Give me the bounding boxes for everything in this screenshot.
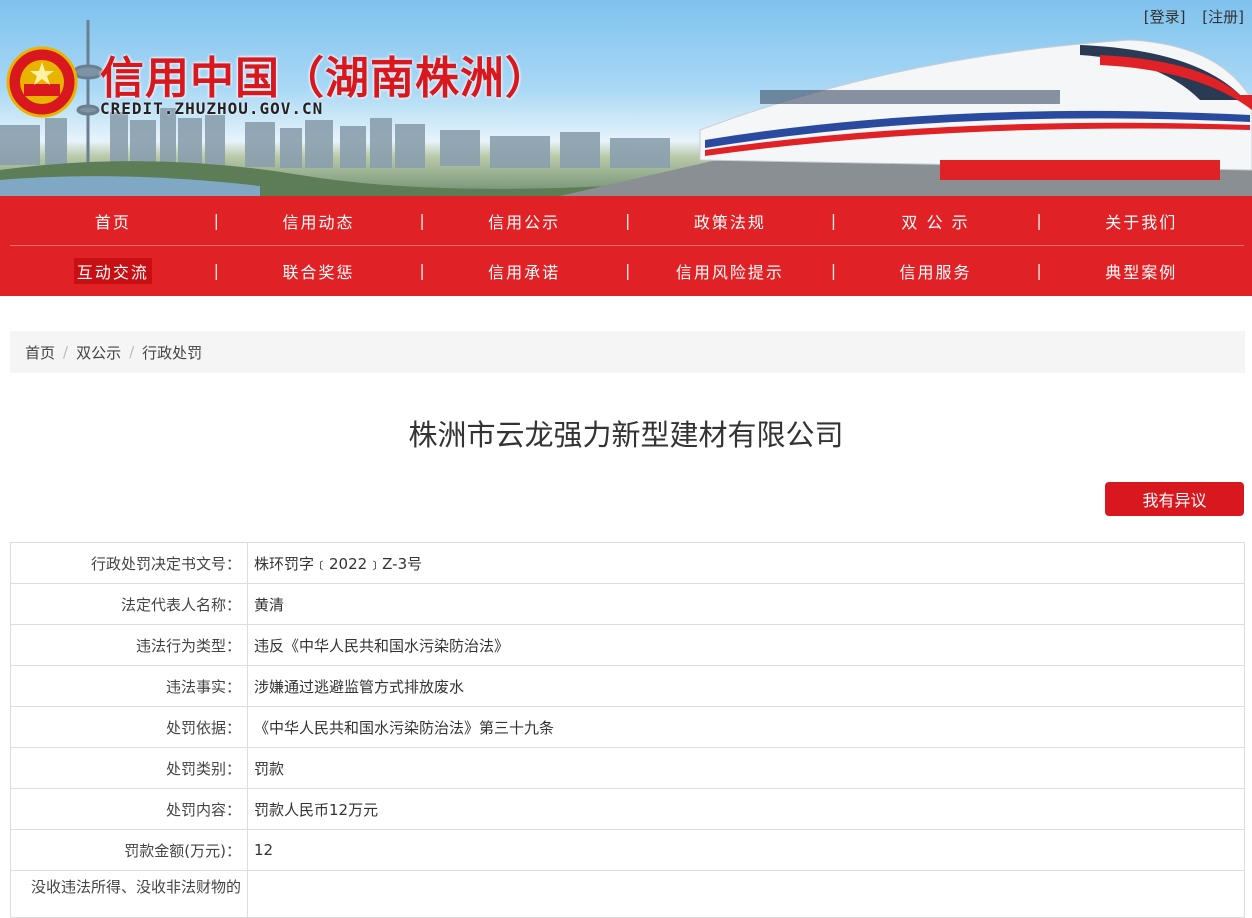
field-label: 罚款金额(万元)： [10,829,248,871]
table-row: 罚款金额(万元)： 12 [10,829,1245,871]
nav-credit-services[interactable]: 信用服务 [831,246,1039,295]
field-value: 株环罚字﹝2022﹞Z-3号 [247,542,1245,584]
penalty-detail-table: 行政处罚决定书文号： 株环罚字﹝2022﹞Z-3号 法定代表人名称： 黄清 违法… [10,542,1245,918]
nav-credit-publicity[interactable]: 信用公示 [419,196,627,245]
nav-credit-news[interactable]: 信用动态 [214,196,422,245]
objection-button[interactable]: 我有异议 [1105,482,1244,516]
field-label: 处罚类别： [10,747,248,789]
site-url: CREDIT.ZHUZHOU.GOV.CN [100,99,324,118]
field-label: 违法事实： [10,665,248,707]
field-value: 涉嫌通过逃避监管方式排放废水 [247,665,1245,707]
nav-row-2: 互动交流 联合奖惩 信用承诺 信用风险提示 信用服务 典型案例 [10,246,1244,295]
breadcrumb-home[interactable]: 首页 [25,344,55,362]
field-label: 没收违法所得、没收非法财物的 [10,870,248,918]
field-value: 《中华人民共和国水污染防治法》第三十九条 [247,706,1245,748]
nav-about-us[interactable]: 关于我们 [1036,196,1244,245]
table-row: 处罚内容： 罚款人民币12万元 [10,788,1245,830]
nav-policies[interactable]: 政策法规 [625,196,833,245]
field-value: 罚款 [247,747,1245,789]
main-nav: 首页 信用动态 信用公示 政策法规 双 公 示 关于我们 互动交流 联合奖惩 信… [0,196,1252,296]
table-row: 行政处罚决定书文号： 株环罚字﹝2022﹞Z-3号 [10,542,1245,584]
nav-interaction[interactable]: 互动交流 [10,246,216,295]
field-value: 违反《中华人民共和国水污染防治法》 [247,624,1245,666]
nav-risk-alerts[interactable]: 信用风险提示 [625,246,833,295]
table-row: 处罚类别： 罚款 [10,747,1245,789]
field-label: 法定代表人名称： [10,583,248,625]
field-label: 违法行为类型： [10,624,248,666]
table-row: 没收违法所得、没收非法财物的 [10,870,1245,918]
field-value [247,870,1245,918]
nav-row-1: 首页 信用动态 信用公示 政策法规 双 公 示 关于我们 [10,196,1244,246]
nav-credit-commitment[interactable]: 信用承诺 [419,246,627,295]
field-value: 12 [247,829,1245,871]
page-title: 株洲市云龙强力新型建材有限公司 [408,418,844,452]
nav-double-publicity[interactable]: 双 公 示 [831,196,1039,245]
table-row: 处罚依据： 《中华人民共和国水污染防治法》第三十九条 [10,706,1245,748]
breadcrumb-separator: / [129,343,135,361]
breadcrumb-separator: / [63,343,69,361]
table-row: 违法行为类型： 违反《中华人民共和国水污染防治法》 [10,624,1245,666]
breadcrumb-double-publicity[interactable]: 双公示 [76,344,121,362]
register-link[interactable]: [注册] [1202,8,1244,26]
field-value: 黄清 [247,583,1245,625]
site-title: 信用中国（湖南株洲） [100,53,550,104]
nav-home[interactable]: 首页 [10,196,216,245]
field-value: 罚款人民币12万元 [247,788,1245,830]
field-label: 处罚依据： [10,706,248,748]
nav-typical-cases[interactable]: 典型案例 [1036,246,1244,295]
table-row: 法定代表人名称： 黄清 [10,583,1245,625]
table-row: 违法事实： 涉嫌通过逃避监管方式排放废水 [10,665,1245,707]
field-label: 处罚内容： [10,788,248,830]
header-banner: 信用中国（湖南株洲） CREDIT.ZHUZHOU.GOV.CN [登录] [注… [0,0,1252,196]
auth-links: [登录] [注册] [1132,6,1244,27]
breadcrumb: 首页 / 双公示 / 行政处罚 [10,331,1245,373]
login-link[interactable]: [登录] [1144,8,1186,26]
field-label: 行政处罚决定书文号： [10,542,248,584]
nav-joint-reward-punish[interactable]: 联合奖惩 [214,246,422,295]
breadcrumb-current: 行政处罚 [142,343,203,362]
